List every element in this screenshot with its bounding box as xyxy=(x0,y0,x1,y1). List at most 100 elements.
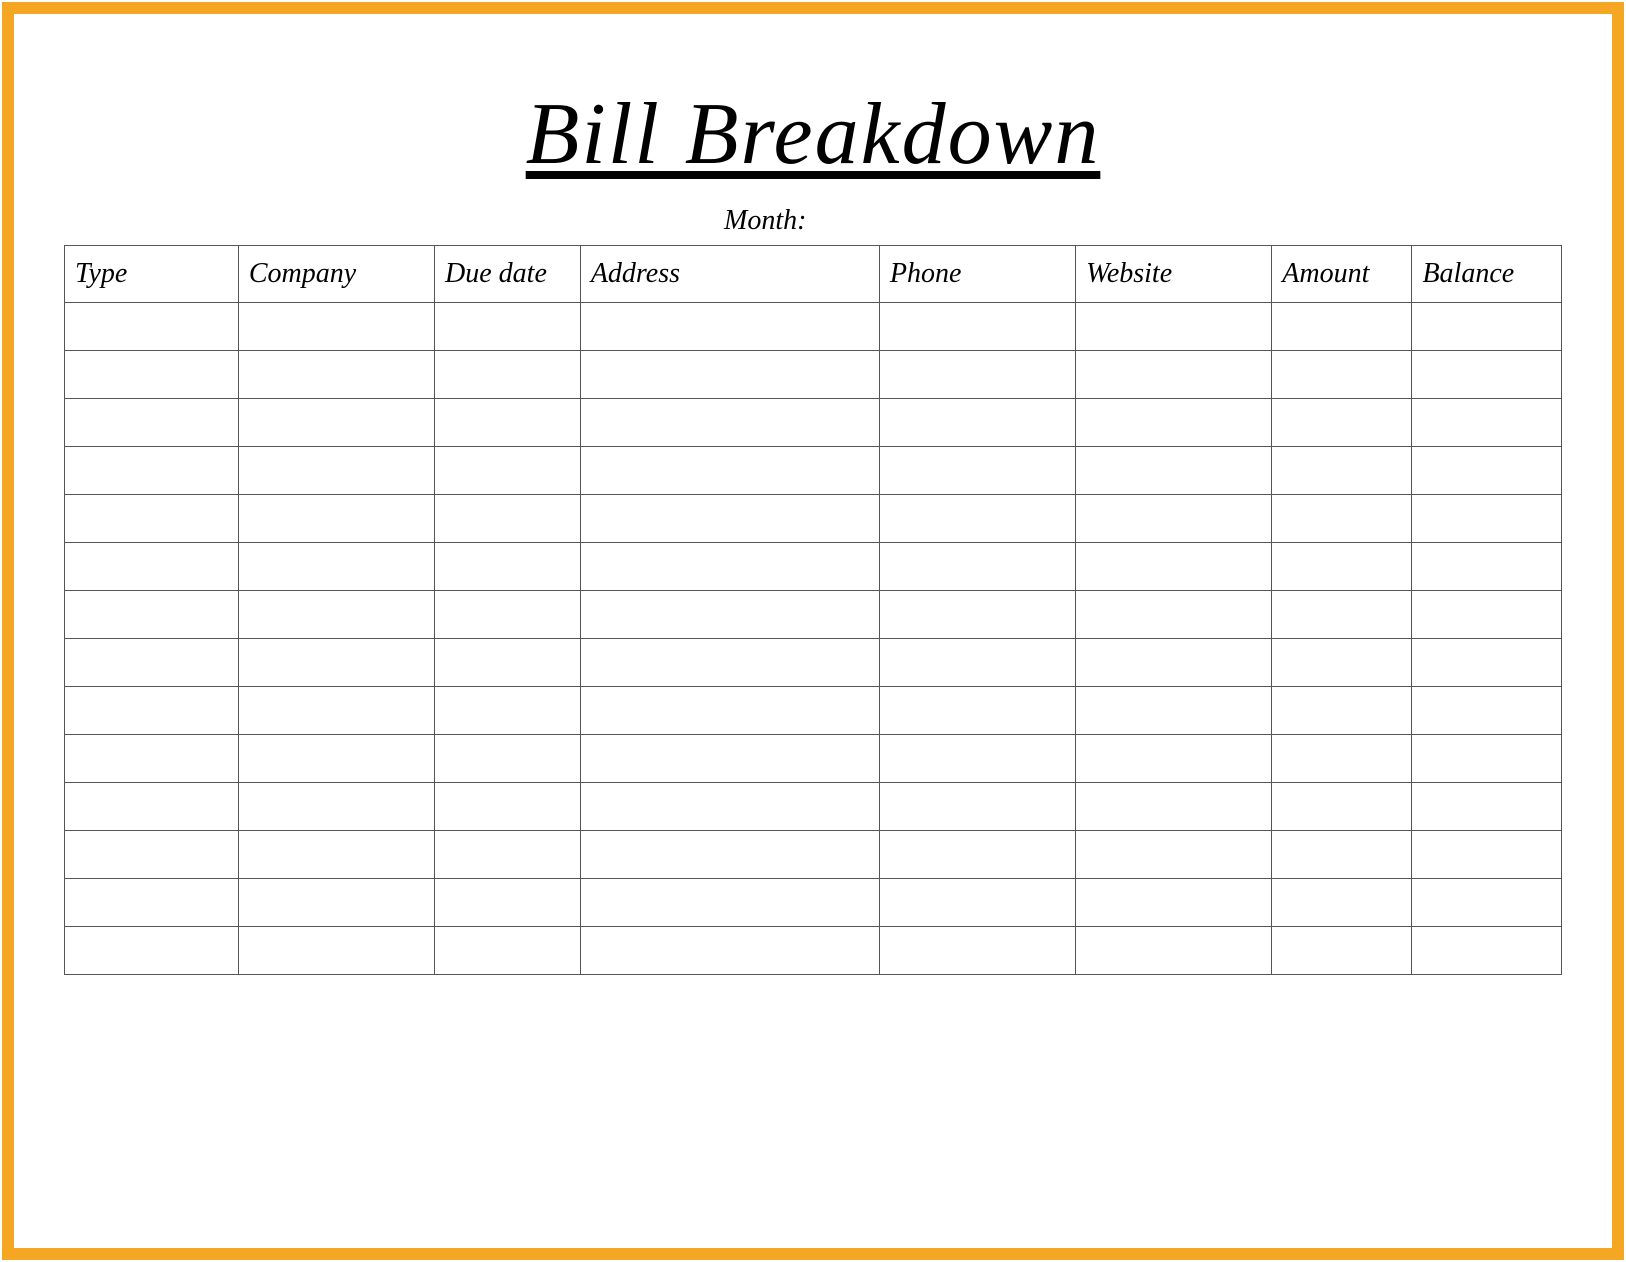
table-cell[interactable] xyxy=(1272,591,1412,639)
table-cell[interactable] xyxy=(580,735,879,783)
table-cell[interactable] xyxy=(238,831,434,879)
table-cell[interactable] xyxy=(1272,735,1412,783)
table-cell[interactable] xyxy=(580,783,879,831)
table-cell[interactable] xyxy=(879,543,1075,591)
table-cell[interactable] xyxy=(238,399,434,447)
table-cell[interactable] xyxy=(65,639,239,687)
table-cell[interactable] xyxy=(1076,735,1272,783)
table-cell[interactable] xyxy=(1412,687,1562,735)
table-cell[interactable] xyxy=(879,831,1075,879)
table-cell[interactable] xyxy=(1076,351,1272,399)
table-cell[interactable] xyxy=(879,447,1075,495)
table-cell[interactable] xyxy=(1272,831,1412,879)
table-cell[interactable] xyxy=(65,687,239,735)
table-cell[interactable] xyxy=(238,591,434,639)
table-cell[interactable] xyxy=(435,639,581,687)
table-cell[interactable] xyxy=(1412,303,1562,351)
table-cell[interactable] xyxy=(1272,399,1412,447)
table-cell[interactable] xyxy=(879,687,1075,735)
table-cell[interactable] xyxy=(1272,447,1412,495)
table-cell[interactable] xyxy=(1076,495,1272,543)
table-cell[interactable] xyxy=(879,927,1075,975)
table-cell[interactable] xyxy=(1412,399,1562,447)
table-cell[interactable] xyxy=(1412,543,1562,591)
table-cell[interactable] xyxy=(1412,639,1562,687)
table-cell[interactable] xyxy=(238,783,434,831)
table-cell[interactable] xyxy=(1076,639,1272,687)
table-cell[interactable] xyxy=(435,831,581,879)
table-cell[interactable] xyxy=(1272,783,1412,831)
table-cell[interactable] xyxy=(1076,927,1272,975)
table-cell[interactable] xyxy=(1272,879,1412,927)
table-cell[interactable] xyxy=(580,831,879,879)
table-cell[interactable] xyxy=(879,783,1075,831)
table-cell[interactable] xyxy=(435,927,581,975)
table-cell[interactable] xyxy=(1272,639,1412,687)
table-cell[interactable] xyxy=(879,591,1075,639)
table-cell[interactable] xyxy=(65,735,239,783)
table-cell[interactable] xyxy=(1272,495,1412,543)
table-cell[interactable] xyxy=(238,495,434,543)
table-cell[interactable] xyxy=(238,687,434,735)
table-cell[interactable] xyxy=(580,351,879,399)
table-cell[interactable] xyxy=(65,399,239,447)
table-cell[interactable] xyxy=(65,879,239,927)
table-cell[interactable] xyxy=(1272,543,1412,591)
table-cell[interactable] xyxy=(435,495,581,543)
table-cell[interactable] xyxy=(580,687,879,735)
table-cell[interactable] xyxy=(580,639,879,687)
table-cell[interactable] xyxy=(435,783,581,831)
table-cell[interactable] xyxy=(1076,687,1272,735)
table-cell[interactable] xyxy=(1272,303,1412,351)
table-cell[interactable] xyxy=(580,543,879,591)
table-cell[interactable] xyxy=(238,447,434,495)
table-cell[interactable] xyxy=(435,303,581,351)
table-cell[interactable] xyxy=(1076,879,1272,927)
table-cell[interactable] xyxy=(65,591,239,639)
table-cell[interactable] xyxy=(238,927,434,975)
table-cell[interactable] xyxy=(238,639,434,687)
table-cell[interactable] xyxy=(435,351,581,399)
table-cell[interactable] xyxy=(238,879,434,927)
table-cell[interactable] xyxy=(1076,447,1272,495)
table-cell[interactable] xyxy=(580,927,879,975)
table-cell[interactable] xyxy=(65,831,239,879)
table-cell[interactable] xyxy=(1412,735,1562,783)
table-cell[interactable] xyxy=(580,399,879,447)
table-cell[interactable] xyxy=(580,879,879,927)
table-cell[interactable] xyxy=(65,447,239,495)
table-cell[interactable] xyxy=(435,591,581,639)
table-cell[interactable] xyxy=(435,687,581,735)
table-cell[interactable] xyxy=(1412,927,1562,975)
table-cell[interactable] xyxy=(65,927,239,975)
table-cell[interactable] xyxy=(238,303,434,351)
table-cell[interactable] xyxy=(879,351,1075,399)
table-cell[interactable] xyxy=(238,735,434,783)
table-cell[interactable] xyxy=(1076,543,1272,591)
table-cell[interactable] xyxy=(435,735,581,783)
table-cell[interactable] xyxy=(580,447,879,495)
table-cell[interactable] xyxy=(1412,447,1562,495)
table-cell[interactable] xyxy=(65,495,239,543)
table-cell[interactable] xyxy=(1076,303,1272,351)
table-cell[interactable] xyxy=(879,303,1075,351)
table-cell[interactable] xyxy=(1412,831,1562,879)
table-cell[interactable] xyxy=(238,543,434,591)
table-cell[interactable] xyxy=(580,591,879,639)
table-cell[interactable] xyxy=(1412,879,1562,927)
table-cell[interactable] xyxy=(1412,351,1562,399)
table-cell[interactable] xyxy=(1412,783,1562,831)
table-cell[interactable] xyxy=(1412,495,1562,543)
table-cell[interactable] xyxy=(65,351,239,399)
table-cell[interactable] xyxy=(879,735,1075,783)
table-cell[interactable] xyxy=(65,303,239,351)
table-cell[interactable] xyxy=(879,879,1075,927)
table-cell[interactable] xyxy=(435,543,581,591)
table-cell[interactable] xyxy=(435,399,581,447)
table-cell[interactable] xyxy=(580,495,879,543)
table-cell[interactable] xyxy=(1272,687,1412,735)
table-cell[interactable] xyxy=(1272,927,1412,975)
table-cell[interactable] xyxy=(580,303,879,351)
table-cell[interactable] xyxy=(1076,831,1272,879)
table-cell[interactable] xyxy=(65,543,239,591)
